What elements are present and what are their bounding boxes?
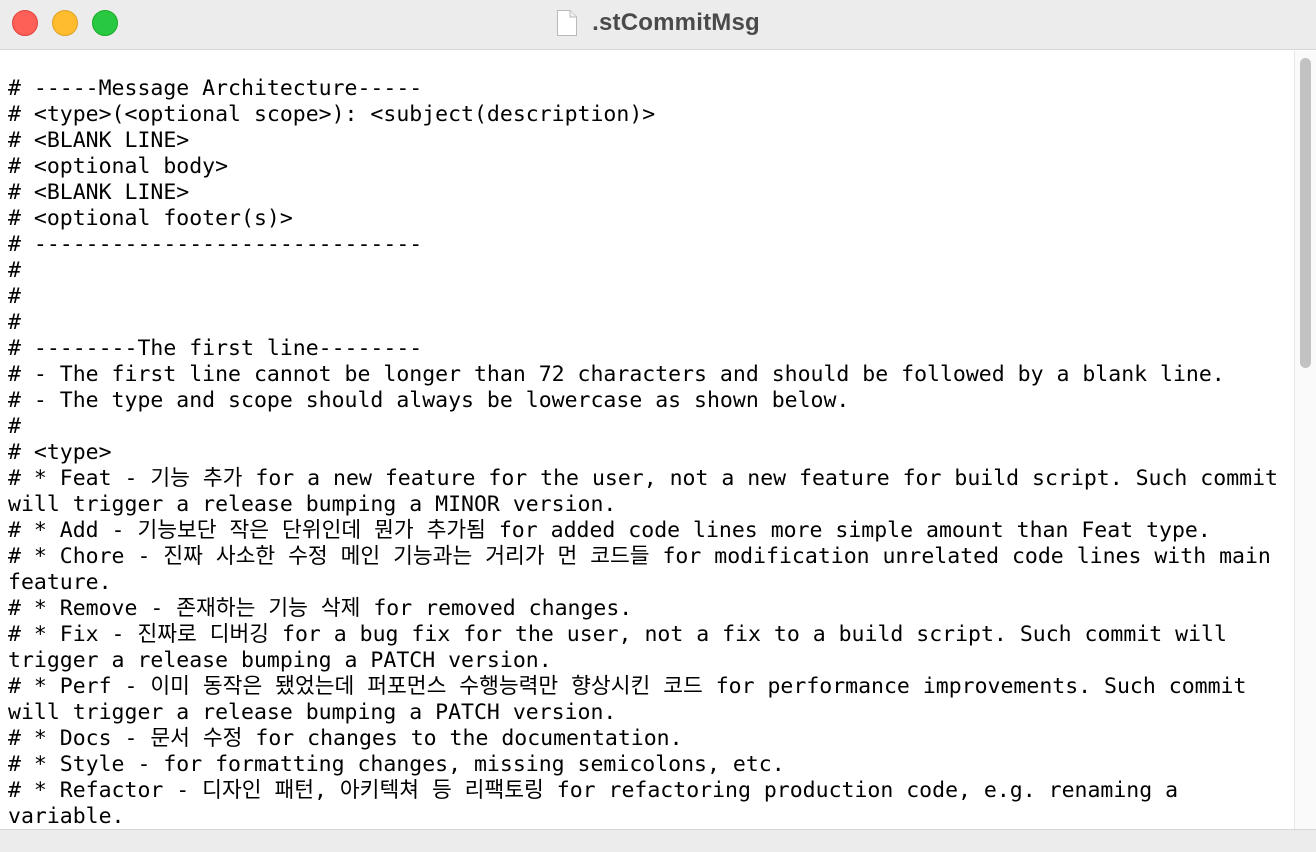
editor-line[interactable]: # - The first line cannot be longer than… xyxy=(8,362,1288,388)
title-bar[interactable]: .stCommitMsg xyxy=(0,0,1316,50)
editor-content[interactable]: # -----Message Architecture----- # <type>… xyxy=(0,51,1294,829)
editor-line[interactable]: # * Perf - 이미 동작은 됐었는데 퍼포먼스 수행능력만 향상시킨 코… xyxy=(8,674,1288,726)
editor-line[interactable]: # * Docs - 문서 수정 for changes to the docu… xyxy=(8,726,1288,752)
editor-line[interactable]: # ------------------------------ xyxy=(8,232,1288,258)
text-editor-window: .stCommitMsg # -----Message Architecture… xyxy=(0,0,1316,852)
editor-line[interactable]: # <optional footer(s)> xyxy=(8,206,1288,232)
editor-line[interactable]: # xyxy=(8,414,1288,440)
editor-line[interactable]: # * Style - for formatting changes, miss… xyxy=(8,752,1288,778)
window-title: .stCommitMsg xyxy=(592,9,760,36)
editor-line[interactable]: # * Add - 기능보단 작은 단위인데 뭔가 추가됨 for added … xyxy=(8,518,1288,544)
scrollbar-thumb[interactable] xyxy=(1300,58,1311,368)
editor-line[interactable]: # xyxy=(8,284,1288,310)
editor-line[interactable]: # * Fix - 진짜로 디버깅 for a bug fix for the … xyxy=(8,622,1288,674)
editor-line[interactable]: # <optional body> xyxy=(8,154,1288,180)
editor-line[interactable]: # - The type and scope should always be … xyxy=(8,388,1288,414)
editor-line[interactable]: # * Chore - 진짜 사소한 수정 메인 기능과는 거리가 먼 코드들 … xyxy=(8,544,1288,596)
editor-line[interactable]: # * Refactor - 디자인 패턴, 아키텍쳐 등 리팩토링 for r… xyxy=(8,778,1288,829)
editor-text-area[interactable]: # -----Message Architecture----- # <type>… xyxy=(8,76,1288,829)
window-bottom-bar xyxy=(0,829,1316,852)
window-title-area: .stCommitMsg xyxy=(0,0,1316,46)
editor-line[interactable]: # * Feat - 기능 추가 for a new feature for t… xyxy=(8,466,1288,518)
editor-line[interactable]: # -----Message Architecture----- xyxy=(8,76,1288,102)
vertical-scrollbar[interactable] xyxy=(1294,51,1316,829)
editor-line[interactable]: # <BLANK LINE> xyxy=(8,180,1288,206)
editor-line[interactable]: # <type> xyxy=(8,440,1288,466)
document-icon[interactable] xyxy=(556,9,578,37)
editor-line[interactable]: # <type>(<optional scope>): <subject(des… xyxy=(8,102,1288,128)
editor-line[interactable]: # <BLANK LINE> xyxy=(8,128,1288,154)
editor-line[interactable]: # xyxy=(8,310,1288,336)
editor-line[interactable]: # xyxy=(8,258,1288,284)
editor-line[interactable]: # * Remove - 존재하는 기능 삭제 for removed chan… xyxy=(8,596,1288,622)
editor-line[interactable]: # --------The first line-------- xyxy=(8,336,1288,362)
